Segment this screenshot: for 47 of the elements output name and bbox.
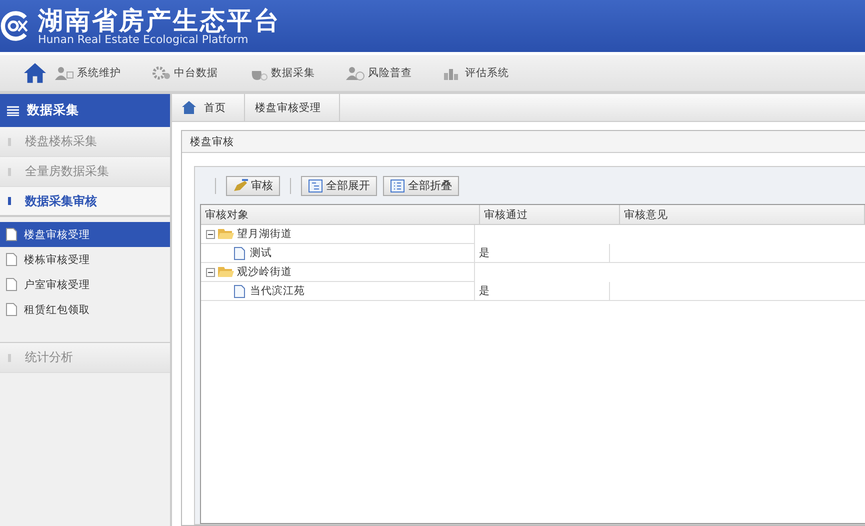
list-icon	[308, 178, 324, 192]
tree-node[interactable]: 当代滨江苑	[250, 284, 305, 298]
collapse-toggle[interactable]	[206, 268, 215, 276]
list-icon	[390, 178, 406, 192]
sidebar-group[interactable]: 数据采集审核	[0, 187, 170, 217]
list-icon	[7, 106, 19, 116]
tree-node[interactable]: 测试	[250, 246, 272, 260]
document-icon	[6, 253, 17, 266]
table-cell: 是	[475, 244, 610, 263]
column-header: 审核对象	[201, 205, 480, 224]
folder-icon	[218, 228, 234, 240]
menu-item[interactable]: 中台数据	[151, 65, 218, 81]
column-header: 审核意见	[620, 205, 865, 224]
sidebar-item[interactable]: 楼栋审核受理	[0, 247, 170, 272]
toolbar-button[interactable]: 审核	[226, 176, 280, 196]
toolbar-button[interactable]: 全部展开	[301, 176, 377, 196]
document-icon	[234, 246, 245, 260]
tree-node[interactable]: 观沙岭街道	[237, 265, 292, 279]
menu-item[interactable]: 风险普查	[345, 65, 412, 81]
panel-title: 楼盘审核	[182, 131, 865, 153]
menu-item[interactable]: 数据采集	[248, 65, 315, 81]
sidebar-item[interactable]: 租赁红包领取	[0, 297, 170, 322]
home-icon	[182, 101, 196, 114]
pen-icon	[233, 178, 249, 192]
home-icon[interactable]	[24, 62, 46, 84]
breadcrumb-link[interactable]: 楼盘审核受理	[245, 94, 340, 121]
platform-subtitle: Hunan Real Estate Ecological Platform	[38, 34, 250, 44]
document-icon	[6, 278, 17, 291]
document-icon	[6, 228, 17, 241]
document-icon	[234, 284, 245, 298]
tree-node[interactable]: 望月湖街道	[237, 227, 292, 241]
column-header: 审核通过	[480, 205, 620, 224]
sidebar-item[interactable]: 户室审核受理	[0, 272, 170, 297]
person-icon	[345, 65, 365, 81]
sidebar-title: 数据采集	[27, 102, 79, 119]
menu-item[interactable]: 评估系统	[442, 65, 509, 81]
table-cell: 是	[475, 282, 610, 301]
gear-icon	[151, 65, 171, 81]
menu-item[interactable]: 系统维护	[54, 65, 121, 81]
breadcrumb-link[interactable]: 首页	[172, 94, 245, 121]
sidebar-item[interactable]: 楼盘审核受理	[0, 222, 170, 247]
collapse-toggle[interactable]	[206, 230, 215, 238]
platform-title: 湖南省房产生态平台	[38, 8, 281, 32]
person-icon	[54, 65, 74, 81]
folder-icon	[218, 266, 234, 278]
document-icon	[6, 303, 17, 316]
toolbar-button[interactable]: 全部折叠	[383, 176, 459, 196]
